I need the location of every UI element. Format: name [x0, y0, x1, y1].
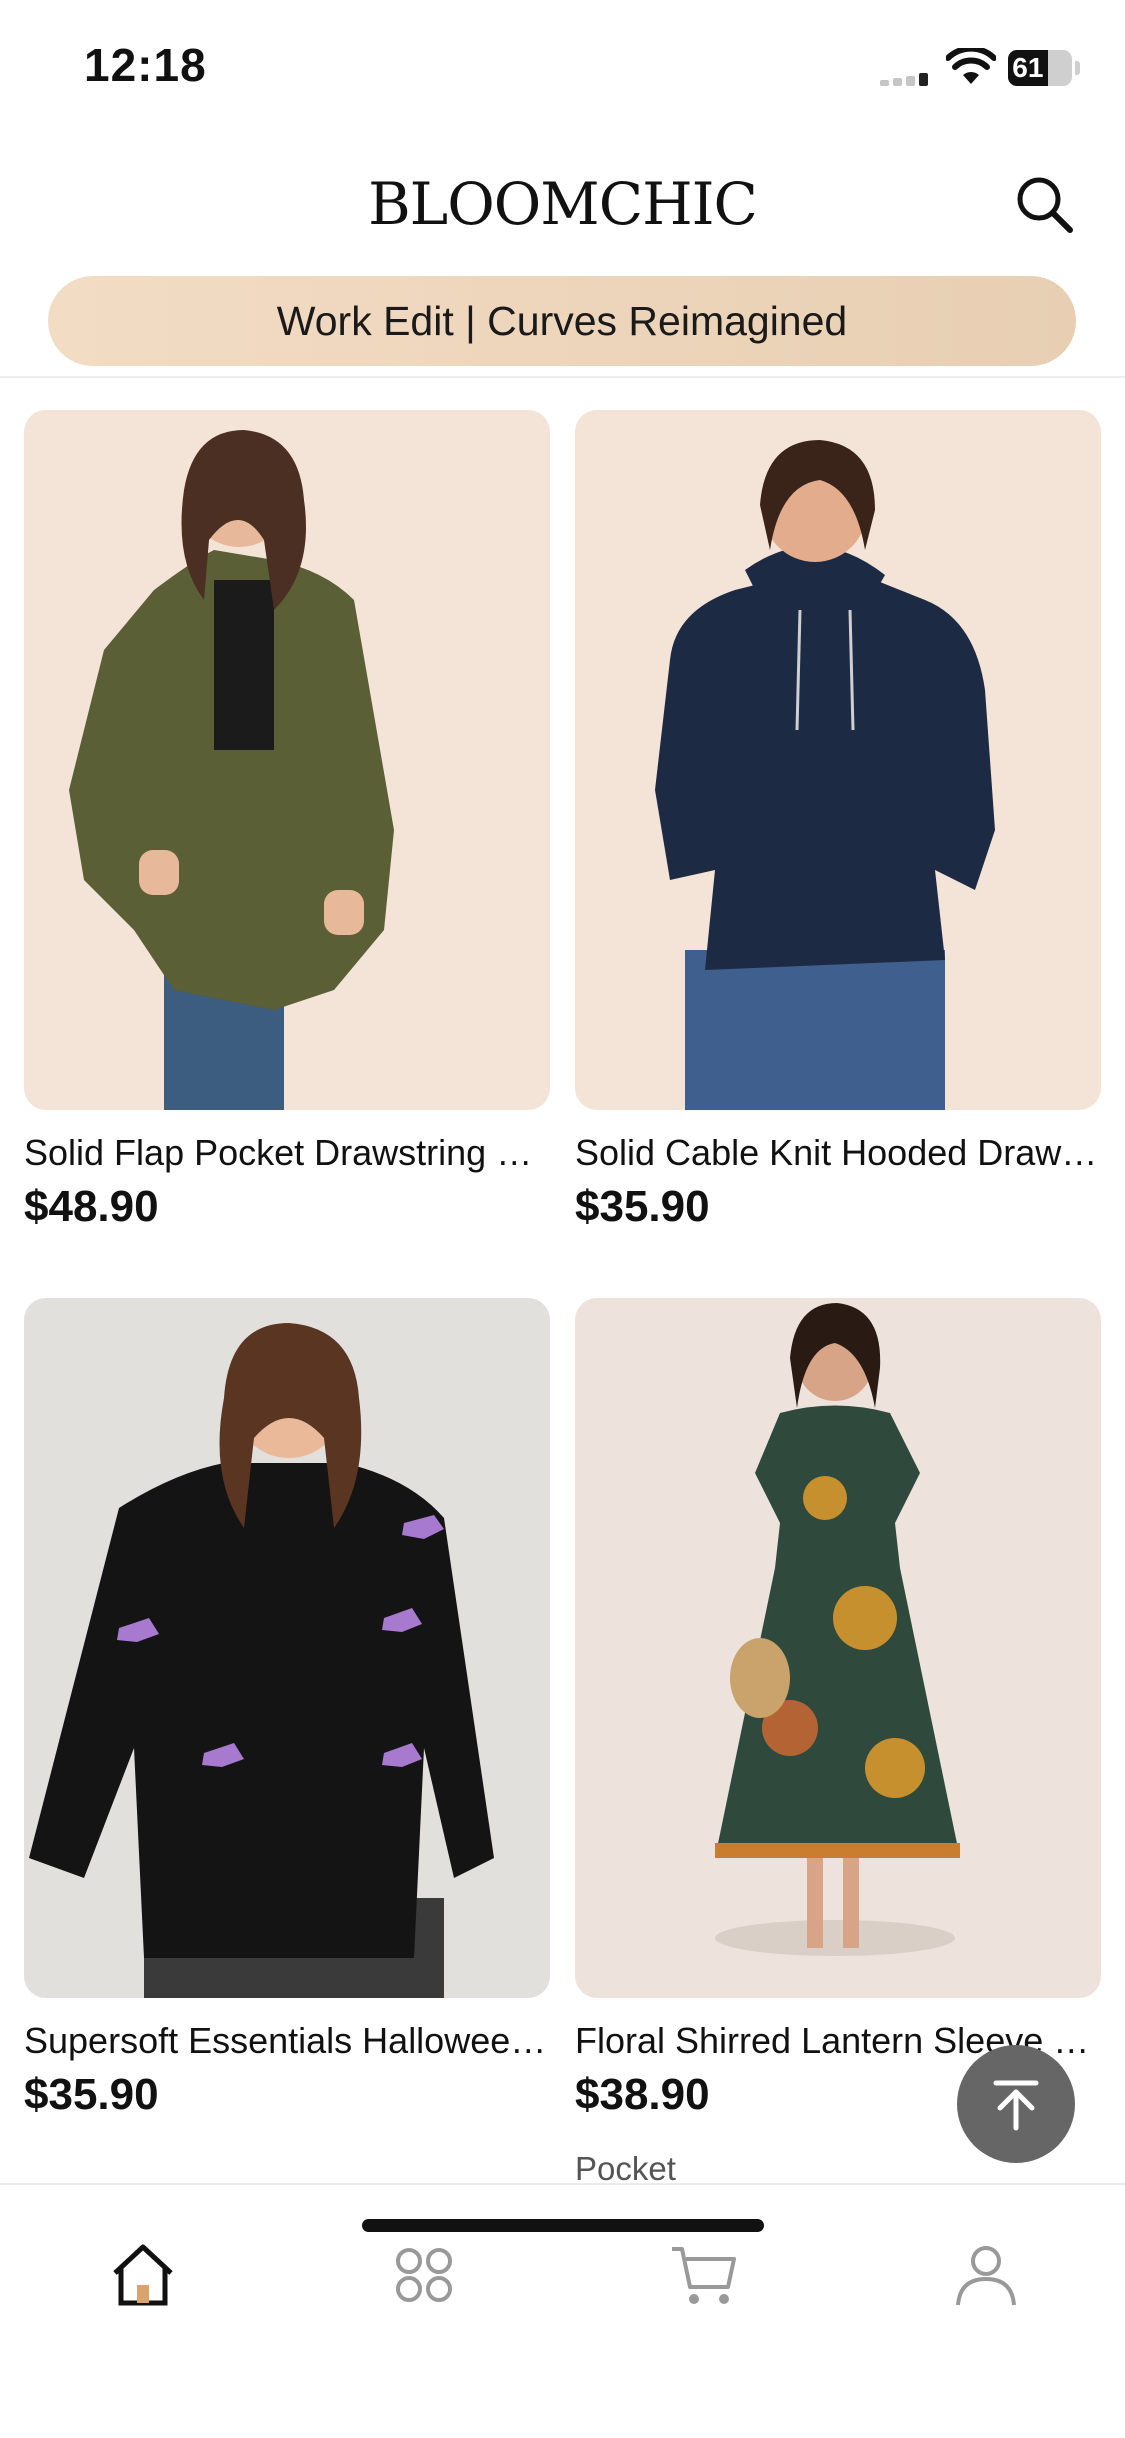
cellular-signal-icon: [880, 72, 932, 86]
status-time: 12:18: [84, 39, 207, 91]
search-icon[interactable]: [1010, 170, 1080, 240]
status-bar: 12:18 61: [0, 0, 1125, 130]
product-image[interactable]: [24, 1298, 550, 1998]
battery-level: 61: [1012, 52, 1044, 83]
tab-cart[interactable]: [664, 2235, 744, 2315]
product-name[interactable]: Solid Cable Knit Hooded Drawstring Sweat…: [575, 1132, 1101, 1174]
battery-tip: [1075, 61, 1080, 75]
account-icon: [956, 2246, 1016, 2306]
product-image[interactable]: [575, 410, 1101, 1110]
wifi-icon: [946, 48, 996, 84]
home-icon: [113, 2244, 173, 2306]
promo-banner[interactable]: Work Edit | Curves Reimagined: [48, 276, 1076, 366]
header-divider: [0, 376, 1125, 378]
app-header: BLOOMCHIC: [0, 130, 1125, 265]
product-card[interactable]: Solid Cable Knit Hooded Drawstring Sweat…: [575, 410, 1101, 1232]
promo-banner-text: Work Edit | Curves Reimagined: [276, 297, 848, 344]
home-indicator: [362, 2219, 764, 2232]
product-card[interactable]: Supersoft Essentials Halloween Bat Cardi…: [24, 1298, 550, 2120]
tab-account[interactable]: [946, 2235, 1026, 2315]
product-price: $35.90: [24, 2070, 159, 2119]
product-price: $48.90: [24, 1182, 159, 1231]
cart-icon: [672, 2247, 736, 2304]
categories-icon: [396, 2248, 452, 2302]
tab-categories[interactable]: [384, 2235, 464, 2315]
battery-icon: 61: [1008, 50, 1072, 86]
brand-logo[interactable]: BLOOMCHIC: [0, 170, 1125, 238]
product-card[interactable]: Solid Flap Pocket Drawstring Utility Jac…: [24, 410, 550, 1232]
tab-home[interactable]: [103, 2235, 183, 2315]
arrow-up-to-line-icon: [993, 2080, 1039, 2131]
back-to-top-button[interactable]: [957, 2045, 1075, 2163]
product-image[interactable]: [575, 1298, 1101, 1998]
product-name[interactable]: Solid Flap Pocket Drawstring Utility Jac…: [24, 1132, 550, 1174]
product-name[interactable]: Supersoft Essentials Halloween Bat Cardi…: [24, 2020, 550, 2062]
product-image[interactable]: [24, 410, 550, 1110]
product-price: $35.90: [575, 1182, 710, 1231]
